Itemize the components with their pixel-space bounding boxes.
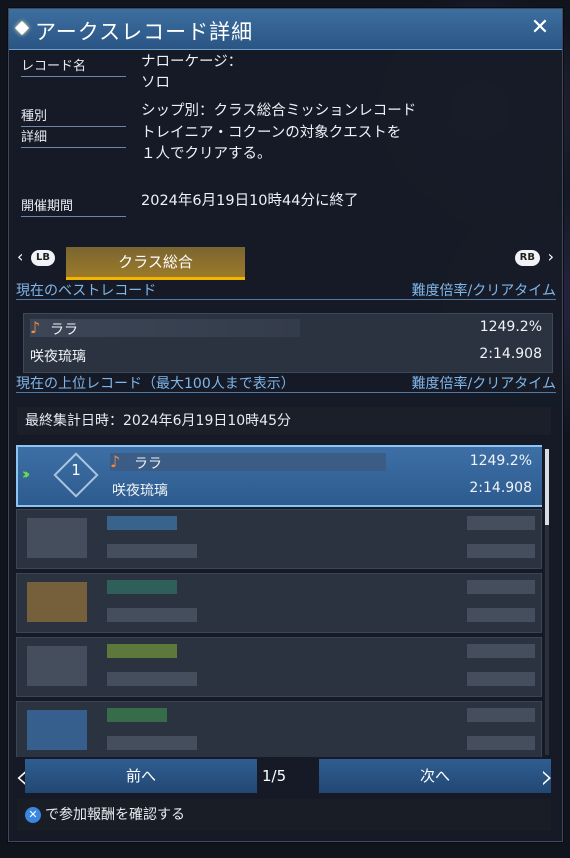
reward-hint-text: で参加報酬を確認する bbox=[45, 807, 185, 823]
top-records-header: 現在の上位レコード（最大100人まで表示） 難度倍率/クリアタイム bbox=[16, 376, 556, 393]
table-row[interactable]: ›› 1 ♪ ララ 1249.2% 咲夜琉璃 2:14.908 bbox=[16, 445, 542, 507]
lb-button[interactable]: LB bbox=[31, 250, 55, 266]
music-note-icon: ♪ bbox=[110, 452, 121, 471]
diamond-icon bbox=[14, 20, 30, 36]
close-button[interactable]: ✕ bbox=[528, 15, 552, 41]
title-bar: アークスレコード詳細 ✕ bbox=[9, 9, 562, 50]
detail-label: 詳細 bbox=[21, 126, 126, 148]
row-rate: 1249.2% bbox=[469, 453, 532, 469]
best-character-name: ララ bbox=[50, 322, 78, 338]
rank-number: 1 bbox=[71, 461, 81, 479]
chevron-right-icon[interactable]: › bbox=[548, 247, 554, 266]
record-name-label: レコード名 bbox=[21, 55, 126, 77]
class-tab-bar: ‹ LB クラス総合 RB › bbox=[17, 247, 554, 280]
window-title: アークスレコード詳細 bbox=[35, 20, 254, 44]
row-character-name: ララ bbox=[134, 456, 162, 472]
chevron-double-right-icon: ›› bbox=[22, 465, 31, 483]
aggregate-time: 最終集計日時：2024年6月19日10時45分 bbox=[17, 407, 551, 435]
rb-button[interactable]: RB bbox=[514, 250, 540, 266]
type-value: シップ別：クラス総合ミッションレコード bbox=[141, 103, 417, 119]
record-detail-window: アークスレコード詳細 ✕ レコード名 ナローケージ： ソロ 種別 シップ別：クラ… bbox=[8, 8, 563, 842]
best-record-header: 現在のベストレコード 難度倍率/クリアタイム bbox=[16, 283, 556, 300]
row-time: 2:14.908 bbox=[469, 480, 532, 496]
tab-class-overall[interactable]: クラス総合 bbox=[66, 247, 245, 280]
period-label: 開催期間 bbox=[21, 195, 126, 217]
ranking-list: ›› 1 ♪ ララ 1249.2% 咲夜琉璃 2:14.908 bbox=[16, 445, 542, 757]
row-player-name: 咲夜琉璃 bbox=[112, 483, 168, 499]
record-name-value: ナローケージ： ソロ bbox=[141, 54, 243, 91]
music-note-icon: ♪ bbox=[30, 318, 41, 337]
best-player-name: 咲夜琉璃 bbox=[30, 349, 86, 365]
x-button-icon: ✕ bbox=[25, 807, 41, 823]
detail-value: トレイニア・コクーンの対象クエストを １人でクリアする。 bbox=[141, 125, 402, 162]
best-time: 2:14.908 bbox=[479, 346, 542, 362]
best-record-panel: ♪ ララ 1249.2% 咲夜琉璃 2:14.908 bbox=[23, 313, 553, 373]
period-value: 2024年6月19日10時44分に終了 bbox=[141, 193, 359, 209]
type-label: 種別 bbox=[21, 105, 126, 127]
next-page-button[interactable]: 次へ bbox=[319, 759, 551, 793]
scrollbar-thumb[interactable] bbox=[545, 449, 549, 525]
table-row[interactable] bbox=[16, 573, 542, 633]
chevron-right-icon[interactable]: › bbox=[540, 757, 554, 797]
best-rate: 1249.2% bbox=[479, 319, 542, 335]
reward-hint-bar: ✕ で参加報酬を確認する bbox=[17, 799, 551, 831]
table-row[interactable] bbox=[16, 509, 542, 569]
table-row[interactable] bbox=[16, 637, 542, 697]
prev-page-button[interactable]: 前へ bbox=[25, 759, 257, 793]
page-indicator: 1/5 bbox=[262, 767, 287, 785]
chevron-left-icon[interactable]: ‹ bbox=[17, 247, 23, 266]
table-row[interactable] bbox=[16, 701, 542, 757]
